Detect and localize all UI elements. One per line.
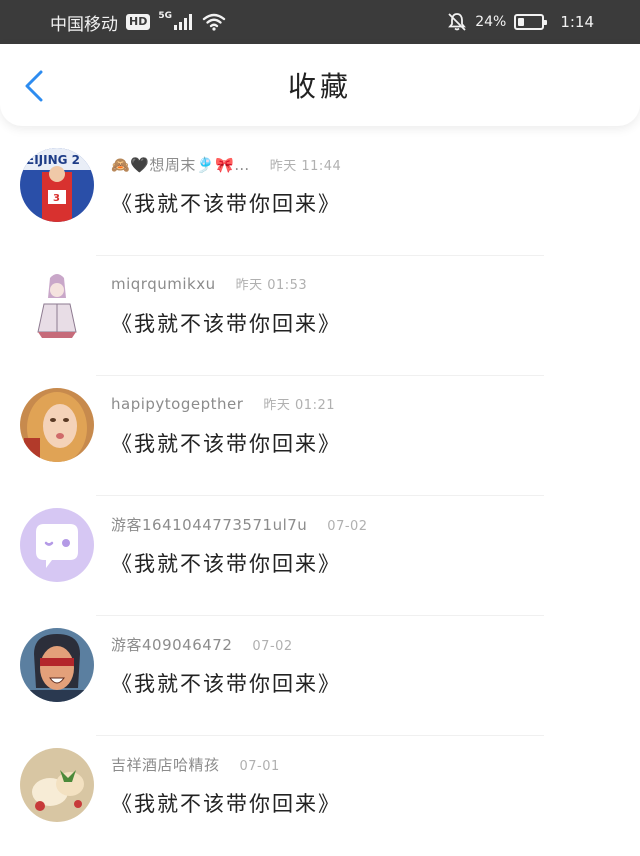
item-meta: 🙈🖤想周末🎐🎀… 昨天 11:44: [111, 154, 341, 180]
timestamp: 07-02: [252, 639, 293, 654]
avatar[interactable]: [20, 628, 94, 702]
username: miqrqumikxu: [111, 275, 216, 293]
battery-level: [518, 18, 524, 26]
battery-icon: [514, 14, 548, 30]
battery-percent: 24%: [475, 14, 507, 30]
list-item[interactable]: hapipytogepther 昨天 01:21 《我就不该带你回来》: [0, 376, 640, 496]
nav-bar: 收藏: [0, 44, 640, 126]
username: 游客409046472: [111, 636, 233, 654]
back-button[interactable]: [18, 70, 50, 102]
message-text: 《我就不该带你回来》: [111, 312, 341, 336]
list-item[interactable]: miqrqumikxu 昨天 01:53 《我就不该带你回来》: [0, 256, 640, 376]
status-bar-right: 24% 1:14: [447, 12, 594, 32]
item-meta: 吉祥酒店哈精孩 07-01: [111, 754, 341, 780]
username: 游客16410447735​71ul7u: [111, 516, 308, 534]
list-item[interactable]: EIJING 2 3 🙈🖤想周末🎐🎀… 昨天 11:44 《我就不该带你回来》: [0, 136, 640, 256]
avatar[interactable]: [20, 748, 94, 822]
chevron-left-icon: [25, 70, 43, 102]
wifi-icon: [202, 13, 226, 31]
item-content: 吉祥酒店哈精孩 07-01 《我就不该带你回来》: [111, 748, 341, 818]
svg-text:3: 3: [53, 193, 60, 204]
status-bar-left: 中国移动 HD 5G: [50, 10, 226, 35]
list-item[interactable]: 游客409046472 07-02 《我就不该带你回来》: [0, 616, 640, 736]
timestamp: 07-01: [239, 759, 280, 774]
message-text: 《我就不该带你回来》: [111, 792, 341, 816]
item-meta: 游客16410447735​71ul7u 07-02: [111, 514, 368, 540]
list-item[interactable]: 吉祥酒店哈精孩 07-01 《我就不该带你回来》: [0, 736, 640, 856]
network-type: 5G: [158, 11, 172, 21]
message-text: 《我就不该带你回来》: [111, 552, 341, 576]
favorites-list: EIJING 2 3 🙈🖤想周末🎐🎀… 昨天 11:44 《我就不该带你回来》: [0, 136, 640, 856]
item-content: hapipytogepther 昨天 01:21 《我就不该带你回来》: [111, 388, 341, 458]
message-text: 《我就不该带你回来》: [111, 672, 341, 696]
page-title: 收藏: [287, 70, 352, 103]
message-text: 《我就不该带你回来》: [111, 192, 341, 216]
carrier-label: 中国移动: [50, 14, 118, 35]
item-meta: miqrqumikxu 昨天 01:53: [111, 274, 341, 300]
username: 🙈🖤想周末🎐🎀…: [111, 156, 250, 174]
username: hapipytogepther: [111, 395, 244, 413]
timestamp: 昨天 01:21: [263, 398, 336, 413]
item-content: 🙈🖤想周末🎐🎀… 昨天 11:44 《我就不该带你回来》: [111, 148, 341, 218]
message-text: 《我就不该带你回来》: [111, 432, 341, 456]
signal-icon: [174, 14, 192, 30]
timestamp: 昨天 01:53: [235, 278, 308, 293]
mute-bell-icon: [448, 13, 467, 31]
item-content: 游客16410447735​71ul7u 07-02 《我就不该带你回来》: [111, 508, 368, 578]
username: 吉祥酒店哈精孩: [111, 756, 220, 774]
item-content: miqrqumikxu 昨天 01:53 《我就不该带你回来》: [111, 268, 341, 338]
avatar[interactable]: [20, 508, 94, 582]
status-bar: 中国移动 HD 5G 24% 1:14: [0, 0, 640, 44]
avatar[interactable]: [20, 268, 94, 342]
avatar[interactable]: EIJING 2 3: [20, 148, 94, 222]
timestamp: 昨天 11:44: [269, 159, 342, 174]
svg-text:EIJING 2: EIJING 2: [26, 153, 80, 167]
item-content: 游客409046472 07-02 《我就不该带你回来》: [111, 628, 341, 698]
clock: 1:14: [560, 13, 594, 31]
avatar[interactable]: [20, 388, 94, 462]
timestamp: 07-02: [327, 519, 368, 534]
hd-badge: HD: [126, 14, 151, 30]
item-meta: hapipytogepther 昨天 01:21: [111, 394, 341, 420]
item-meta: 游客409046472 07-02: [111, 634, 341, 660]
list-item[interactable]: 游客16410447735​71ul7u 07-02 《我就不该带你回来》: [0, 496, 640, 616]
